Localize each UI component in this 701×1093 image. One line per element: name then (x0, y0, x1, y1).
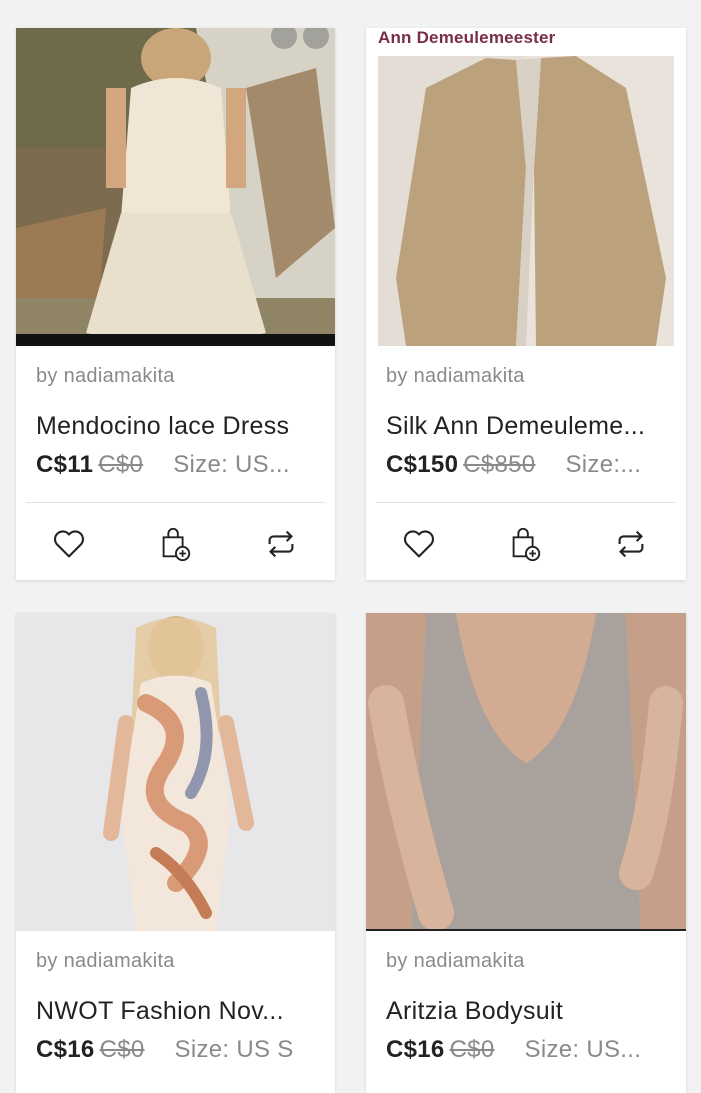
listing-price: C$150 (386, 451, 459, 478)
listing-card[interactable]: by nadiamakita Aritzia Bodysuit C$16 C$0… (366, 613, 686, 1093)
brand-tag: Ann Demeulemeester (378, 28, 560, 48)
like-button[interactable] (400, 525, 438, 563)
listing-card[interactable]: Ann Demeulemeester by nadiamakita Silk A… (366, 28, 686, 580)
listing-price: C$16 (36, 1036, 95, 1063)
share-button[interactable] (262, 525, 300, 563)
seller-name[interactable]: by nadiamakita (36, 365, 175, 388)
listing-size: Size: US S (174, 1036, 294, 1063)
original-price: C$850 (463, 451, 536, 478)
seller-name[interactable]: by nadiamakita (386, 950, 525, 973)
listing-price: C$16 (386, 1036, 445, 1063)
repost-icon (268, 530, 294, 558)
listing-title[interactable]: NWOT Fashion Nov... (36, 997, 319, 1026)
listing-grid: by nadiamakita Mendocino lace Dress C$11… (0, 0, 701, 1093)
listing-photo[interactable] (16, 28, 335, 346)
card-actions (16, 508, 335, 578)
original-price: C$0 (98, 451, 144, 478)
card-actions (366, 508, 686, 578)
share-button[interactable] (612, 525, 650, 563)
listing-price: C$11 (36, 451, 94, 478)
price-row: C$16 C$0 Size: US... (386, 1036, 670, 1066)
listing-size: Size: US... (173, 451, 290, 478)
listing-title[interactable]: Aritzia Bodysuit (386, 997, 670, 1026)
card-divider (26, 502, 325, 503)
seller-name[interactable]: by nadiamakita (386, 365, 525, 388)
like-button[interactable] (50, 525, 88, 563)
price-row: C$11 C$0 Size: US... (36, 451, 319, 481)
card-divider (376, 502, 676, 503)
heart-icon (54, 530, 84, 558)
price-row: C$16 C$0 Size: US S (36, 1036, 319, 1066)
listing-photo[interactable] (366, 613, 686, 931)
bag-add-icon (512, 527, 541, 562)
listing-photo[interactable] (366, 28, 686, 346)
listing-title[interactable]: Mendocino lace Dress (36, 412, 319, 441)
price-row: C$150 C$850 Size:... (386, 451, 670, 481)
repost-icon (618, 530, 644, 558)
photo-caption-bar (16, 334, 335, 346)
add-to-bundle-button[interactable] (156, 525, 194, 563)
listing-card[interactable]: by nadiamakita NWOT Fashion Nov... C$16 … (16, 613, 335, 1093)
listing-size: Size:... (565, 451, 642, 478)
original-price: C$0 (449, 1036, 495, 1063)
listing-photo[interactable] (16, 613, 335, 931)
listing-card[interactable]: by nadiamakita Mendocino lace Dress C$11… (16, 28, 335, 580)
original-price: C$0 (99, 1036, 145, 1063)
add-to-bundle-button[interactable] (506, 525, 544, 563)
listing-size: Size: US... (524, 1036, 642, 1063)
photo-caption-bar (366, 929, 686, 931)
heart-icon (404, 530, 434, 558)
seller-name[interactable]: by nadiamakita (36, 950, 175, 973)
listing-title[interactable]: Silk Ann Demeuleme... (386, 412, 670, 441)
bag-add-icon (162, 527, 191, 562)
